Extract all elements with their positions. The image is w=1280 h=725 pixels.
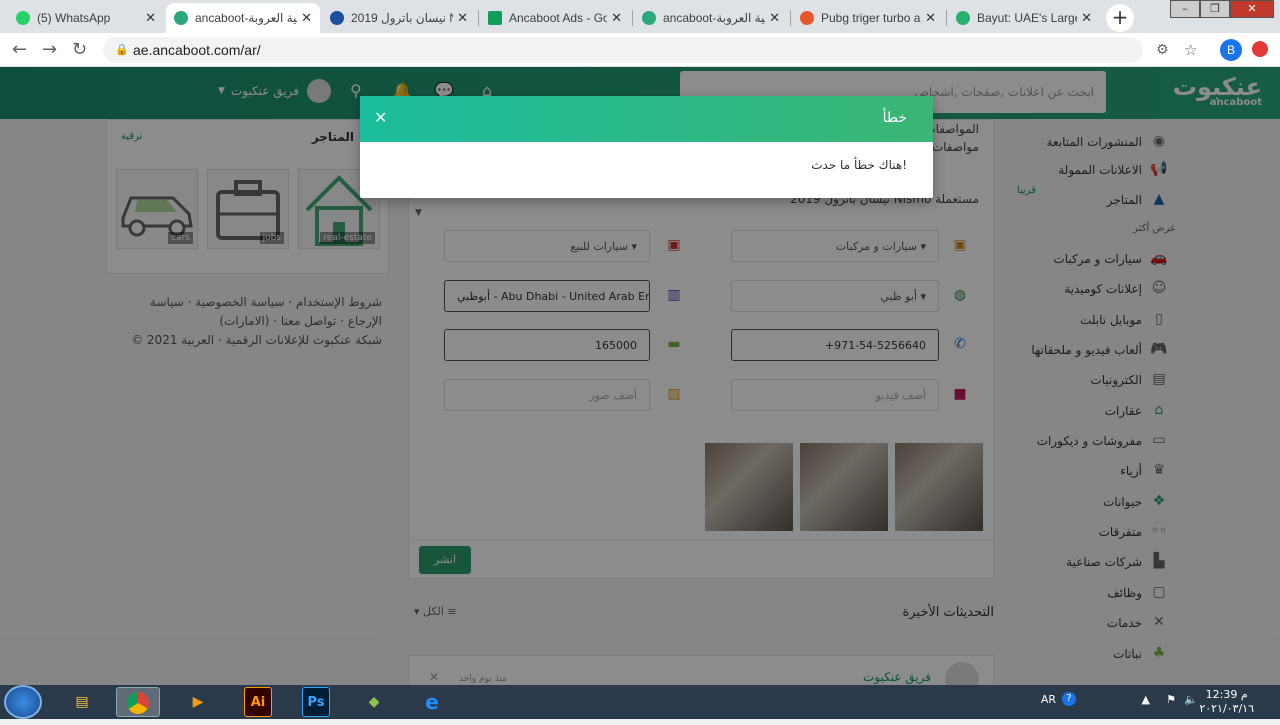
reload-icon[interactable]: ↻ — [72, 39, 87, 60]
ancaboot-icon — [174, 11, 188, 25]
whatsapp-icon — [16, 11, 30, 25]
window-close-button[interactable]: ✕ — [1230, 0, 1274, 18]
bluestacks-icon[interactable]: ◆ — [352, 687, 396, 717]
media-player-icon[interactable]: ▶ — [176, 687, 220, 717]
close-icon[interactable]: ✕ — [374, 108, 387, 127]
olx-icon — [800, 11, 814, 25]
bayut-icon — [956, 11, 970, 25]
file-explorer-icon[interactable]: ▤ — [60, 687, 104, 717]
close-icon[interactable]: ✕ — [1081, 10, 1092, 26]
maximize-button[interactable]: ❐ — [1200, 0, 1230, 18]
tab-separator — [790, 10, 791, 26]
close-icon[interactable]: ✕ — [769, 10, 780, 26]
url-field[interactable]: 🔒 ae.ancaboot.com/ar/ — [103, 37, 1143, 63]
tab-nissan[interactable]: نيسان باترول 2019 Nismo ✕ — [322, 3, 476, 33]
tab-ancaboot-active[interactable]: ancaboot-عنكبوت | إعلانات مجانية العروبة… — [166, 3, 320, 33]
dialog-title: خطأ — [882, 110, 907, 126]
language-indicator[interactable]: AR — [1041, 693, 1056, 706]
tab-whatsapp[interactable]: (5) WhatsApp ✕ — [8, 3, 164, 33]
extension-icon[interactable] — [1252, 41, 1268, 57]
back-arrow-icon[interactable]: ← — [12, 39, 27, 60]
photoshop-icon[interactable]: Ps — [302, 687, 330, 717]
help-icon[interactable]: ? — [1062, 692, 1076, 706]
flag-icon[interactable]: ⚑ — [1166, 693, 1176, 706]
tab-sheets[interactable]: Ancaboot Ads - Google Sheets ✕ — [480, 3, 630, 33]
start-button[interactable] — [4, 685, 42, 719]
close-icon[interactable]: ✕ — [301, 10, 312, 26]
dialog-message: هناك خطأ ما حدث! — [811, 158, 907, 172]
dialog-header: خطأ ✕ — [360, 96, 933, 142]
address-bar: ← → ↻ 🔒 ae.ancaboot.com/ar/ ⚙ ☆ B — [0, 33, 1280, 67]
close-icon[interactable]: ✕ — [925, 10, 936, 26]
chrome-icon[interactable] — [116, 687, 160, 717]
minimize-button[interactable]: – — [1170, 0, 1200, 18]
ancaboot-icon — [642, 11, 656, 25]
tab-separator — [632, 10, 633, 26]
tab-separator — [946, 10, 947, 26]
clock[interactable]: 12:39 م ٢٠٢١/٠٣/١٦ — [1199, 688, 1254, 716]
window-controls: – ❐ ✕ — [1170, 0, 1274, 18]
close-icon[interactable]: ✕ — [457, 10, 468, 26]
profile-avatar[interactable]: B — [1220, 39, 1242, 61]
site-icon — [330, 11, 344, 25]
tab-separator — [478, 10, 479, 26]
sheets-icon — [488, 11, 502, 25]
network-icon[interactable]: ▲ — [1142, 693, 1150, 706]
error-dialog: خطأ ✕ هناك خطأ ما حدث! — [360, 96, 933, 198]
volume-icon[interactable]: 🔈 — [1184, 693, 1198, 706]
forward-arrow-icon[interactable]: → — [42, 39, 57, 60]
new-tab-button[interactable]: + — [1106, 4, 1134, 32]
internet-explorer-icon[interactable]: e — [410, 687, 454, 717]
tab-bayut[interactable]: Bayut: UAE's Largest ✕ — [948, 3, 1100, 33]
lock-icon: 🔒 — [115, 44, 129, 56]
tab-ancaboot[interactable]: ancaboot-عنكبوت | إعلانات مجانية العروبة… — [634, 3, 788, 33]
illustrator-icon[interactable]: Ai — [244, 687, 272, 717]
close-icon[interactable]: ✕ — [145, 10, 156, 26]
bookmark-star-icon[interactable]: ☆ — [1184, 41, 1197, 59]
site-settings-icon[interactable]: ⚙ — [1156, 42, 1169, 58]
tab-pubg[interactable]: Pubg triger turbo and ✕ — [792, 3, 944, 33]
browser-tabbar: (5) WhatsApp ✕ ancaboot-عنكبوت | إعلانات… — [0, 0, 1280, 33]
windows-taskbar: ▤ ▶ Ai Ps ◆ e AR ? ▲ ⚑ 🔈 12:39 م ٢٠٢١/٠٣… — [0, 685, 1280, 719]
close-icon[interactable]: ✕ — [611, 10, 622, 26]
